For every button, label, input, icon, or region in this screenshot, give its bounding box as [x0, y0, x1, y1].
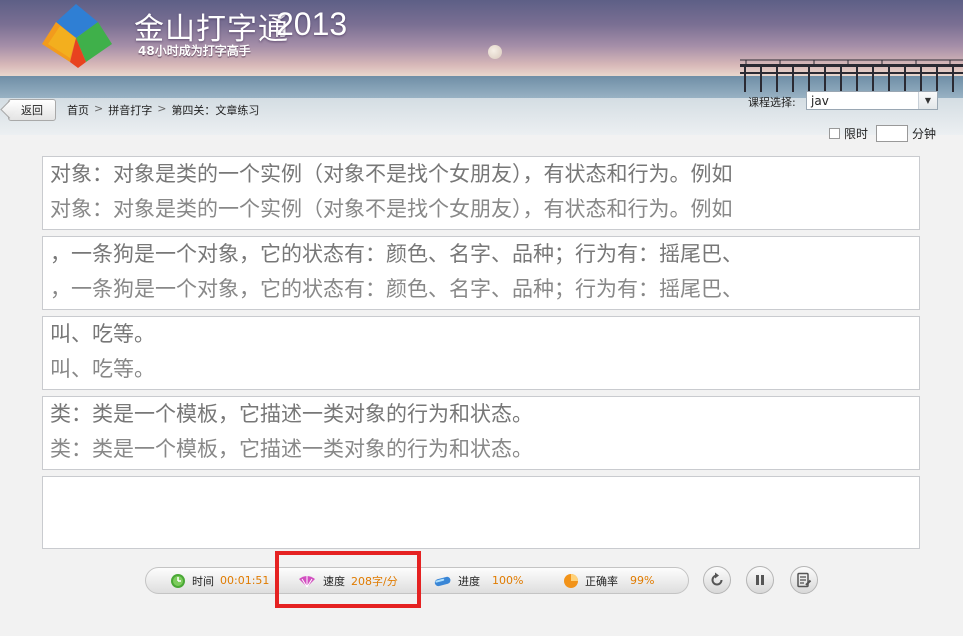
time-value: 00:01:51: [220, 574, 270, 587]
time-limit-checkbox[interactable]: [829, 128, 840, 139]
banner-moon: [488, 45, 502, 59]
progress-stat: 进度 100%: [433, 568, 523, 593]
speed-highlight-box: [275, 551, 421, 608]
pause-icon: [756, 575, 764, 585]
course-select-value: jav: [811, 94, 829, 108]
exercise-row: 类：类是一个模板，它描述一类对象的行为和状态。 类：类是一个模板，它描述一类对象…: [42, 396, 920, 470]
accuracy-pie-icon: [564, 573, 578, 588]
typed-text-input[interactable]: 对象：对象是类的一个实例（对象不是找个女朋友），有状态和行为。例如: [50, 192, 919, 227]
typed-text-input[interactable]: 叫、吃等。: [50, 352, 919, 387]
typed-text-input[interactable]: ，一条狗是一个对象，它的状态有：颜色、名字、品种；行为有：摇尾巴、: [50, 272, 919, 307]
minutes-unit-label: 分钟: [912, 127, 937, 141]
accuracy-label: 正确率: [585, 574, 618, 588]
back-button[interactable]: 返回: [8, 99, 56, 121]
restart-icon: [711, 572, 723, 586]
course-select[interactable]: jav ▼: [806, 91, 938, 110]
restart-button[interactable]: [703, 566, 731, 594]
time-limit-minutes-input[interactable]: [876, 125, 909, 142]
source-text: 类：类是一个模板，它描述一类对象的行为和状态。: [50, 402, 533, 426]
exercise-row: [42, 476, 920, 549]
report-icon: [797, 572, 812, 588]
breadcrumb-current: 第四关：文章练习: [171, 104, 260, 117]
chevron-down-icon[interactable]: ▼: [918, 92, 937, 109]
progress-label: 进度: [458, 574, 480, 588]
time-stat: 时间 00:01:51: [170, 568, 269, 593]
course-select-label: 课程选择:: [748, 96, 796, 109]
pier-image: [740, 59, 963, 92]
back-button-label: 返回: [21, 104, 43, 117]
progress-pill-icon: [434, 576, 451, 586]
breadcrumb-pinyin[interactable]: 拼音打字: [108, 102, 152, 118]
exercise-row: 对象：对象是类的一个实例（对象不是找个女朋友），有状态和行为。例如 对象：对象是…: [42, 156, 920, 230]
breadcrumb: 首页 > 拼音打字 > 第四关：文章练习: [67, 102, 259, 118]
source-text: [50, 477, 919, 512]
typed-text-input[interactable]: [50, 512, 919, 547]
pause-button[interactable]: [746, 566, 774, 594]
source-text: ，一条狗是一个对象，它的状态有：颜色、名字、品种；行为有：摇尾巴、: [50, 242, 743, 266]
typed-text-input[interactable]: 类：类是一个模板，它描述一类对象的行为和状态。: [50, 432, 919, 467]
accuracy-value: 99%: [630, 574, 655, 587]
time-limit-group: 限时 分钟: [829, 125, 936, 142]
time-limit-label: 限时: [844, 127, 869, 141]
breadcrumb-separator: >: [157, 102, 167, 115]
app-year: 2013: [276, 6, 348, 42]
source-text: 叫、吃等。: [50, 322, 155, 346]
exercise-row: 叫、吃等。 叫、吃等。: [42, 316, 920, 390]
report-button[interactable]: [790, 566, 818, 594]
clock-icon: [171, 573, 185, 588]
app-slogan: 48小时成为打字高手: [138, 44, 251, 58]
exercise-row: ，一条狗是一个对象，它的状态有：颜色、名字、品种；行为有：摇尾巴、 ，一条狗是一…: [42, 236, 920, 310]
app-logo-icon: [42, 4, 112, 68]
accuracy-stat: 正确率 99%: [563, 568, 654, 593]
progress-value: 100%: [492, 574, 524, 587]
breadcrumb-home[interactable]: 首页: [67, 102, 89, 118]
source-text: 对象：对象是类的一个实例（对象不是找个女朋友），有状态和行为。例如: [50, 162, 733, 186]
time-label: 时间: [192, 574, 214, 588]
breadcrumb-separator: >: [94, 102, 104, 115]
